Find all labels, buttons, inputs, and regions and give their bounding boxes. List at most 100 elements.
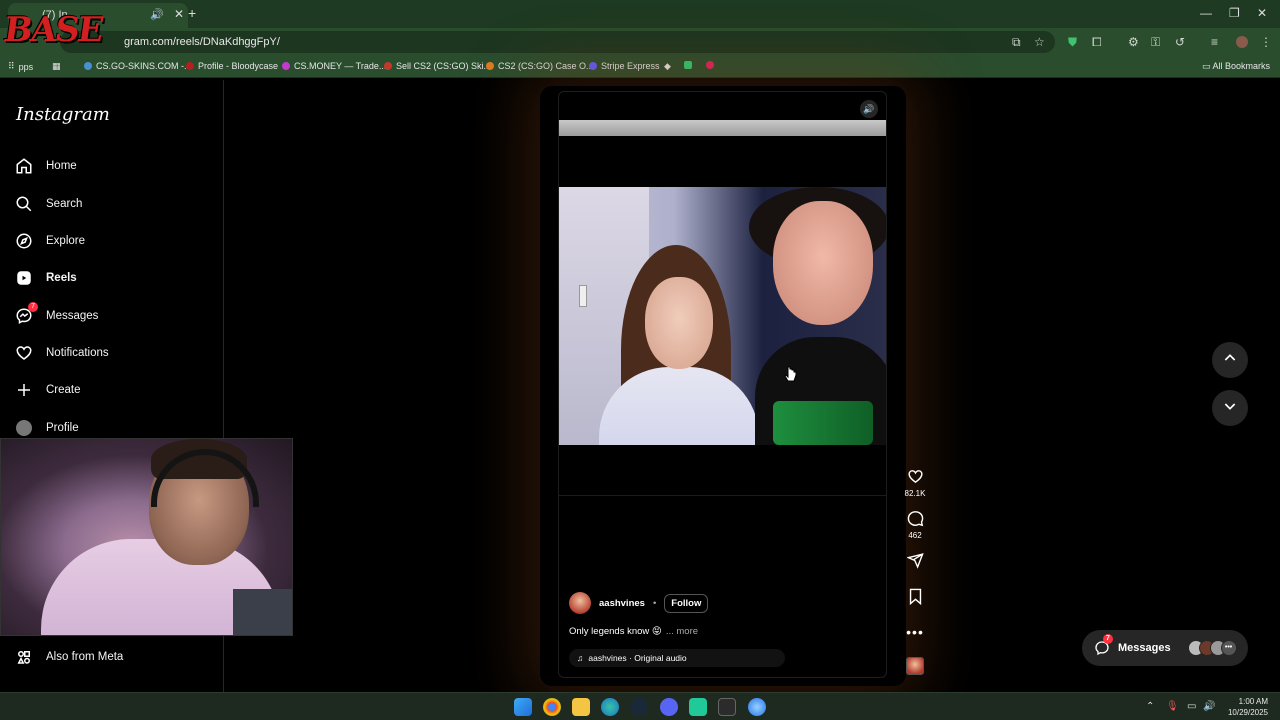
webcam-equipment bbox=[233, 589, 292, 635]
shield-extension-icon[interactable]: ⛊ bbox=[1068, 35, 1077, 50]
clock-date: 10/29/2025 bbox=[1227, 708, 1268, 717]
share-button[interactable] bbox=[895, 552, 935, 571]
video-person-face bbox=[645, 277, 713, 369]
chrome-taskbar-icon[interactable] bbox=[543, 698, 561, 716]
comment-button[interactable]: 462 bbox=[895, 510, 935, 540]
video-light-switch bbox=[579, 285, 587, 307]
nav-also-from-meta[interactable]: Also from Meta bbox=[14, 643, 210, 671]
follow-button[interactable]: Follow bbox=[664, 593, 709, 613]
tab-close-icon[interactable]: ✕ bbox=[174, 7, 184, 21]
reel-player[interactable]: 🔊 aashvines • Follow Only legends know 😝… bbox=[558, 91, 887, 678]
browser-toolbar: gram.com/reels/DNaKdhggFpY/ ⧉ ☆ ⛊ ⧠ ⚙ ⚿ … bbox=[0, 28, 1280, 56]
more-link[interactable]: ... more bbox=[666, 626, 698, 637]
next-reel-button[interactable] bbox=[1212, 390, 1248, 426]
messages-float-button[interactable]: 7 Messages ••• bbox=[1082, 630, 1248, 666]
browser-app-icon[interactable] bbox=[748, 698, 766, 716]
app-icon[interactable] bbox=[689, 698, 707, 716]
apps-grid-icon: ⠿ bbox=[8, 61, 15, 71]
plus-icon bbox=[14, 380, 34, 400]
caption-text: Only legends know 😝 bbox=[569, 626, 662, 637]
system-clock[interactable]: 1:00 AM 10/29/2025 bbox=[1228, 696, 1268, 718]
extensions-icon[interactable]: ⧠ bbox=[1092, 35, 1102, 50]
apps-grid-button[interactable]: ▦ bbox=[52, 61, 61, 72]
bookmark-github[interactable]: ◆ bbox=[664, 61, 671, 72]
audio-thumbnail[interactable] bbox=[906, 657, 924, 675]
all-bookmarks-button[interactable]: ▭ All Bookmarks bbox=[1202, 61, 1270, 72]
more-dots-icon: ••• bbox=[906, 624, 924, 640]
site-icon bbox=[282, 62, 290, 70]
bookmark-3[interactable]: CS.MONEY — Trade... bbox=[282, 61, 386, 71]
tab-audio-icon[interactable]: 🔊 bbox=[150, 8, 164, 21]
profile-avatar-icon[interactable] bbox=[1236, 36, 1248, 48]
nav-search[interactable]: Search bbox=[14, 190, 210, 218]
bookmark-4[interactable]: Sell CS2 (CS:GO) Ski... bbox=[384, 61, 491, 71]
messages-float-badge: 7 bbox=[1103, 634, 1113, 644]
menu-icon[interactable]: ⋮ bbox=[1260, 35, 1272, 49]
chevron-up-icon bbox=[1222, 350, 1238, 371]
new-tab-button[interactable]: + bbox=[188, 5, 196, 21]
bookmark-1[interactable]: CS.GO-SKINS.COM -... bbox=[84, 61, 192, 71]
bookmark-2[interactable]: Profile - Bloodycase bbox=[186, 61, 278, 71]
site-icon bbox=[186, 62, 194, 70]
save-button[interactable] bbox=[895, 588, 935, 607]
nav-label: Create bbox=[46, 384, 81, 396]
audio-toggle-icon[interactable]: 🔊 bbox=[860, 100, 878, 118]
more-options-button[interactable]: ••• bbox=[895, 624, 935, 640]
extension-icon[interactable]: ⚙ bbox=[1128, 35, 1139, 49]
bookmark-star-icon[interactable]: ☆ bbox=[1034, 35, 1045, 49]
video-person-face bbox=[773, 201, 873, 325]
previous-reel-button[interactable] bbox=[1212, 342, 1248, 378]
bookmark-green-app[interactable] bbox=[684, 61, 692, 69]
like-button[interactable]: 82.1K bbox=[895, 468, 935, 498]
instagram-logo[interactable]: Instagram bbox=[16, 104, 110, 125]
password-icon[interactable]: ⚿ bbox=[1151, 35, 1160, 50]
history-icon[interactable]: ↺ bbox=[1175, 35, 1185, 49]
start-button[interactable] bbox=[514, 698, 532, 716]
author-username[interactable]: aashvines bbox=[599, 598, 645, 609]
nav-label: Profile bbox=[46, 422, 79, 434]
bookmark-6[interactable]: Stripe Express bbox=[589, 61, 660, 71]
like-count: 82.1K bbox=[904, 489, 926, 498]
discord-icon[interactable] bbox=[660, 698, 678, 716]
reel-video[interactable] bbox=[559, 187, 886, 445]
close-window-button[interactable]: ✕ bbox=[1257, 6, 1267, 20]
media-control-icon[interactable]: ≡ bbox=[1211, 35, 1218, 49]
install-app-icon[interactable]: ⧉ bbox=[1012, 35, 1021, 50]
clock-time: 1:00 AM bbox=[1238, 697, 1268, 706]
stream-logo-overlay: BASE bbox=[1, 4, 124, 62]
steam-icon[interactable] bbox=[630, 698, 648, 716]
file-explorer-icon[interactable] bbox=[572, 698, 590, 716]
home-icon bbox=[14, 156, 34, 176]
author-avatar[interactable] bbox=[569, 592, 591, 614]
volume-icon[interactable]: 🔊 bbox=[1203, 701, 1215, 712]
nav-label: Messages bbox=[46, 310, 99, 322]
nav-messages[interactable]: 7 Messages bbox=[14, 302, 210, 330]
tray-overflow-icon[interactable]: ⌃ bbox=[1146, 701, 1154, 712]
chevron-down-icon bbox=[1222, 398, 1238, 419]
audio-attribution[interactable]: ♫ aashvines · Original audio bbox=[569, 649, 785, 667]
shirt-print bbox=[773, 401, 873, 445]
heart-icon bbox=[14, 343, 34, 363]
stream-logo: BASE bbox=[1, 10, 105, 50]
site-icon bbox=[589, 62, 597, 70]
network-icon[interactable]: ▭ bbox=[1187, 701, 1196, 712]
app-icon bbox=[684, 61, 692, 69]
restore-button[interactable]: ❐ bbox=[1229, 6, 1240, 20]
edge-icon[interactable] bbox=[601, 698, 619, 716]
minimize-button[interactable]: — bbox=[1200, 6, 1212, 20]
bookmark-apps[interactable]: ⠿ pps bbox=[8, 61, 33, 72]
site-icon bbox=[84, 62, 92, 70]
address-url: gram.com/reels/DNaKdhggFpY/ bbox=[124, 36, 280, 48]
mouse-cursor bbox=[784, 366, 798, 389]
nav-home[interactable]: Home bbox=[14, 152, 210, 180]
bookmark-5[interactable]: CS2 (CS:GO) Case O... bbox=[486, 61, 594, 71]
bookmark-youtube[interactable] bbox=[706, 61, 714, 69]
nav-explore[interactable]: Explore bbox=[14, 227, 210, 255]
microphone-icon[interactable]: 🎙 bbox=[1166, 701, 1179, 712]
address-bar[interactable]: gram.com/reels/DNaKdhggFpY/ bbox=[60, 31, 1055, 53]
nav-create[interactable]: Create bbox=[14, 376, 210, 404]
browser-tab-strip: (7) In 🔊 ✕ + — ❐ ✕ bbox=[0, 0, 1280, 28]
epic-games-icon[interactable] bbox=[718, 698, 736, 716]
nav-reels[interactable]: Reels bbox=[14, 264, 210, 292]
nav-notifications[interactable]: Notifications bbox=[14, 339, 210, 367]
